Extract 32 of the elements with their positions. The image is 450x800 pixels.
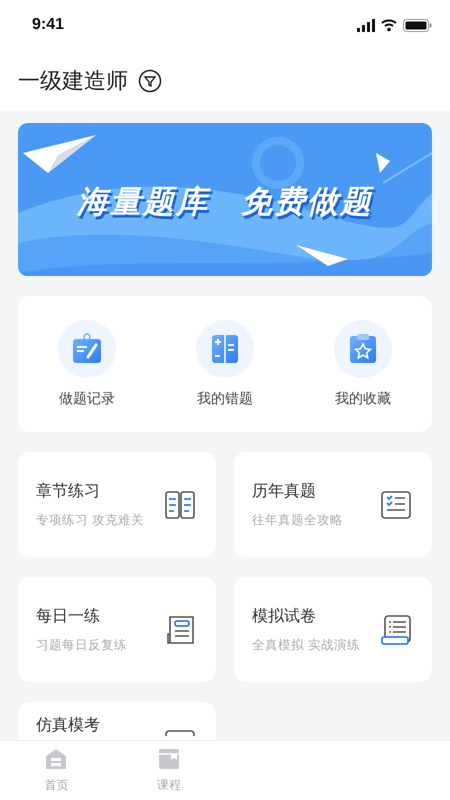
module-title: 模拟试卷 [252, 606, 317, 626]
banner-slogan: 免费做题 [241, 183, 373, 222]
module-title: 章节练习 [36, 480, 101, 502]
module-subtitle: 习题每日反复练 [36, 636, 127, 654]
module-subtitle: 全真模拟 实战演练 [252, 636, 360, 654]
shortcut-label[interactable]: 我的错题 [197, 390, 253, 408]
battery-icon [403, 18, 432, 32]
module-title: 历年真题 [252, 480, 317, 502]
checklist-icon [380, 488, 412, 520]
clipboard-pencil-icon [70, 332, 104, 366]
banner-slogan: 海量题库 [77, 183, 209, 222]
newspaper-icon [164, 614, 196, 646]
shortcut-label[interactable]: 做题记录 [59, 390, 115, 408]
wifi-icon [381, 18, 397, 32]
book-icon [156, 747, 181, 771]
scroll-list-icon [380, 614, 412, 646]
open-book-icon [164, 488, 196, 520]
module-card[interactable]: 历年真题 往年真题全攻略 [234, 452, 432, 557]
filter-icon[interactable] [138, 68, 162, 92]
module-card[interactable]: 每日一练 习题每日反复练 [18, 577, 216, 682]
signal-icon [357, 18, 375, 32]
shortcut-label[interactable]: 我的收藏 [335, 390, 391, 408]
module-card[interactable]: 章节练习 专项练习 攻克难关 [18, 452, 216, 557]
page-title: 一级建造师 [18, 68, 128, 96]
home-icon [44, 747, 68, 771]
module-title: 仿真模考 [36, 715, 100, 736]
module-title: 每日一练 [36, 606, 101, 626]
module-card[interactable]: 模拟试卷 全真模拟 实战演练 [234, 577, 432, 682]
module-subtitle: 往年真题全攻略 [252, 512, 343, 528]
module-subtitle: 专项练习 攻克难关 [36, 512, 144, 528]
module-card[interactable]: 仿真模考 [18, 702, 216, 740]
status-time: 9:41 [32, 16, 64, 34]
